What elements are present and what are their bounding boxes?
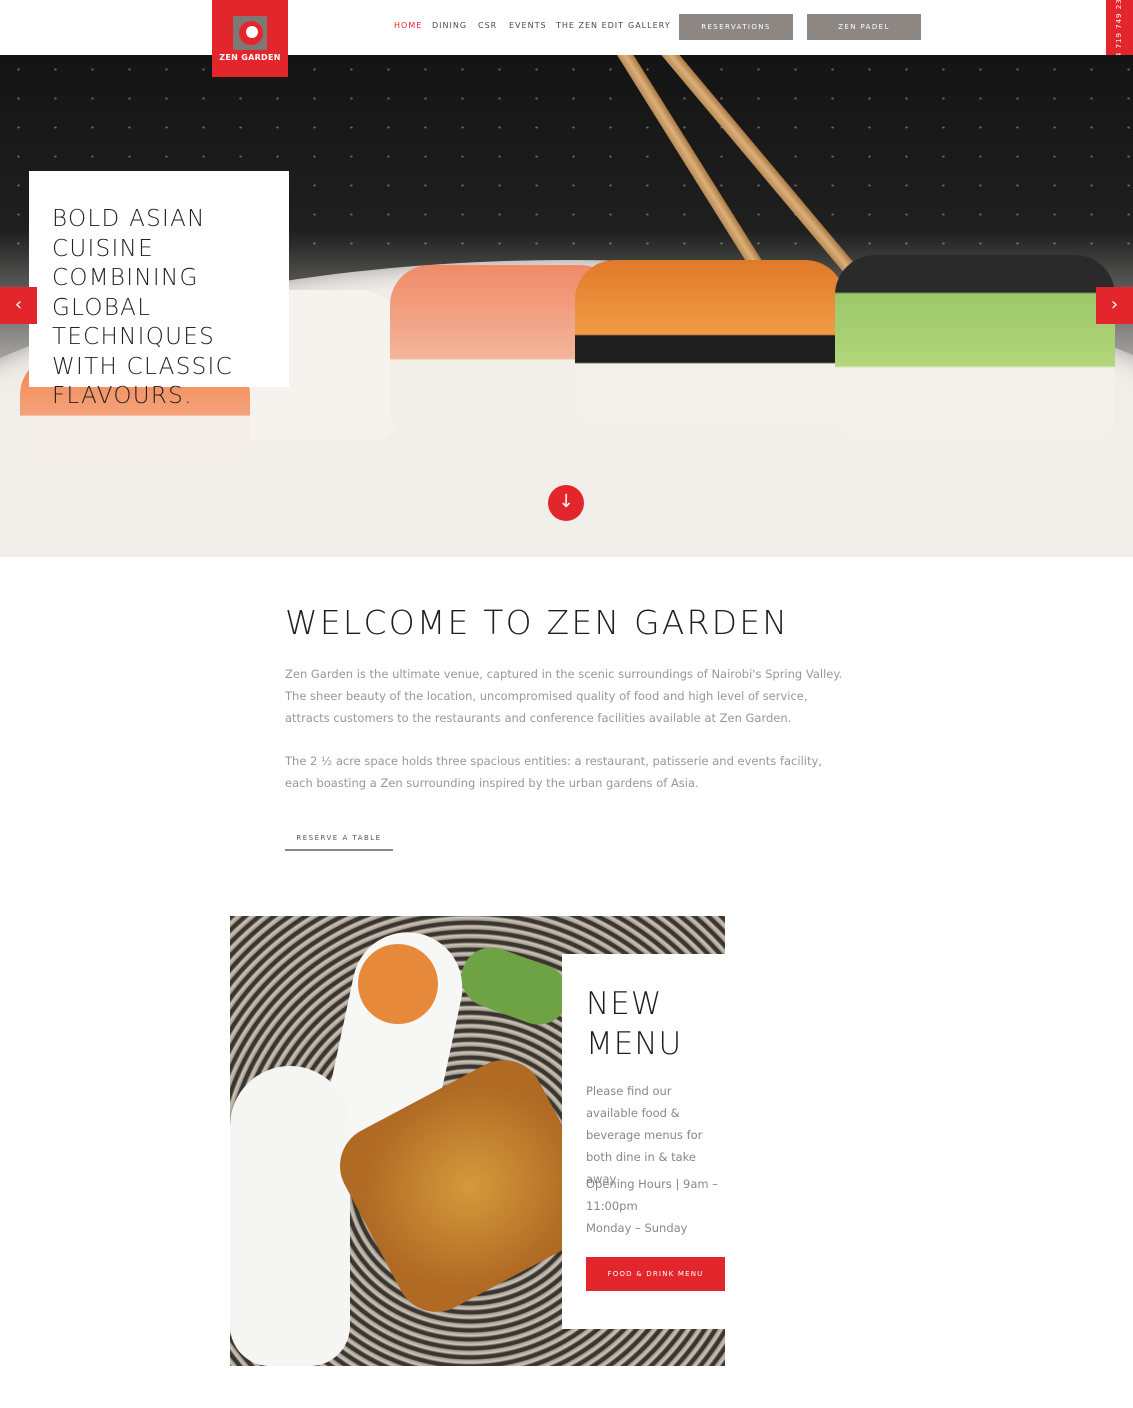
hero-caption-card: BOLD ASIAN CUISINE COMBINING GLOBAL TECH… [29, 171, 289, 409]
sauce-image [358, 944, 438, 1024]
opening-days: Monday – Sunday [586, 1221, 688, 1235]
zen-padel-button[interactable]: ZEN PADEL [807, 14, 921, 40]
menu-title: NEW MENU [586, 984, 682, 1064]
site-header: ZEN GARDEN HOME DINING CSR EVENTS THE ZE… [0, 0, 1133, 77]
salad-spoon-image [230, 1066, 350, 1366]
opening-hours: Opening Hours | 9am – 11:00pm [586, 1177, 719, 1213]
welcome-paragraph-2: The 2 ½ acre space holds three spacious … [285, 754, 822, 790]
chevron-right-icon: › [1110, 294, 1119, 315]
nav-item-home[interactable]: HOME [394, 21, 422, 30]
logo-mark-icon [233, 16, 267, 50]
nav-item-gallery[interactable]: GALLERY [628, 21, 671, 30]
nav-item-the-zen-edit[interactable]: THE ZEN EDIT [556, 21, 624, 30]
slider-next-button[interactable]: › [1096, 287, 1133, 324]
slider-prev-button[interactable]: ‹ [0, 287, 37, 324]
nav-item-dining[interactable]: DINING [432, 21, 467, 30]
arrow-down-icon: ↓ [558, 491, 574, 512]
chevron-left-icon: ‹ [14, 294, 23, 315]
scroll-down-button[interactable]: ↓ [548, 485, 584, 521]
menu-title-line-2: MENU [586, 1026, 683, 1062]
reserve-table-link[interactable]: RESERVE A TABLE [285, 827, 393, 851]
sushi-image [835, 255, 1115, 440]
zen-garden-logo[interactable]: ZEN GARDEN [212, 0, 288, 77]
nav-item-csr[interactable]: CSR [478, 21, 497, 30]
hero-slider: BOLD ASIAN CUISINE COMBINING GLOBAL TECH… [0, 55, 1133, 557]
cucumber-image [453, 938, 577, 1034]
logo-text: ZEN GARDEN [219, 53, 281, 62]
reservations-button[interactable]: RESERVATIONS [679, 14, 793, 40]
hero-headline: BOLD ASIAN CUISINE COMBINING GLOBAL TECH… [52, 206, 233, 409]
welcome-paragraph-1: Zen Garden is the ultimate venue, captur… [285, 667, 843, 725]
nav-item-events[interactable]: EVENTS [509, 21, 547, 30]
food-drink-menu-button[interactable]: FOOD & DRINK MENU [586, 1257, 725, 1291]
welcome-title: WELCOME TO ZEN GARDEN [285, 603, 790, 642]
sushi-image [575, 260, 845, 425]
menu-title-line-1: NEW [586, 986, 663, 1022]
